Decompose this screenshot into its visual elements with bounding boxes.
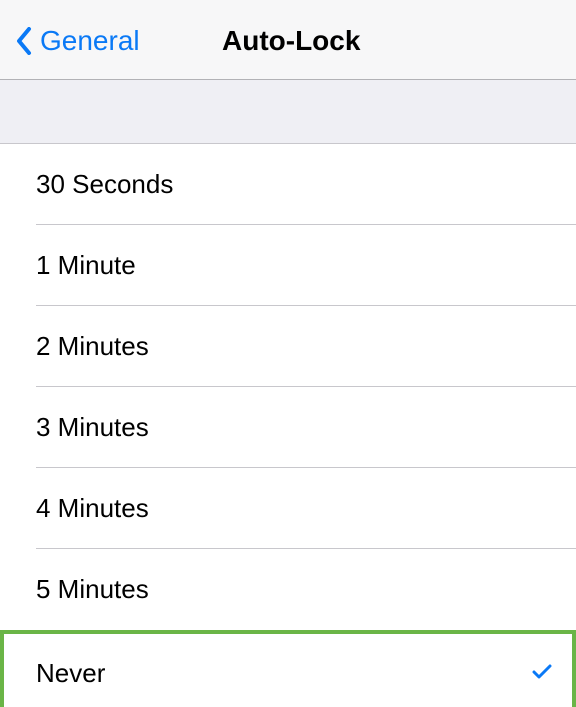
back-button[interactable]: General bbox=[16, 22, 140, 60]
back-button-label: General bbox=[40, 25, 140, 56]
option-never[interactable]: Never bbox=[0, 630, 576, 707]
option-3-minutes[interactable]: 3 Minutes bbox=[0, 387, 576, 468]
section-header bbox=[0, 80, 576, 144]
option-label: 4 Minutes bbox=[36, 493, 149, 523]
option-5-minutes[interactable]: 5 Minutes bbox=[0, 549, 576, 630]
checkmark-icon bbox=[532, 664, 552, 685]
option-label: 3 Minutes bbox=[36, 412, 149, 442]
option-label: Never bbox=[36, 658, 106, 688]
auto-lock-options-list: 30 Seconds 1 Minute 2 Minutes 3 Minutes … bbox=[0, 144, 576, 707]
option-label: 2 Minutes bbox=[36, 331, 149, 361]
option-30-seconds[interactable]: 30 Seconds bbox=[0, 144, 576, 225]
option-4-minutes[interactable]: 4 Minutes bbox=[0, 468, 576, 549]
page-title: Auto-Lock bbox=[222, 25, 361, 56]
navigation-bar: General Auto-Lock bbox=[0, 0, 576, 80]
option-2-minutes[interactable]: 2 Minutes bbox=[0, 306, 576, 387]
option-label: 5 Minutes bbox=[36, 574, 149, 604]
chevron-left-icon bbox=[16, 27, 32, 55]
option-1-minute[interactable]: 1 Minute bbox=[0, 225, 576, 306]
option-label: 1 Minute bbox=[36, 250, 136, 280]
option-label: 30 Seconds bbox=[36, 169, 174, 199]
